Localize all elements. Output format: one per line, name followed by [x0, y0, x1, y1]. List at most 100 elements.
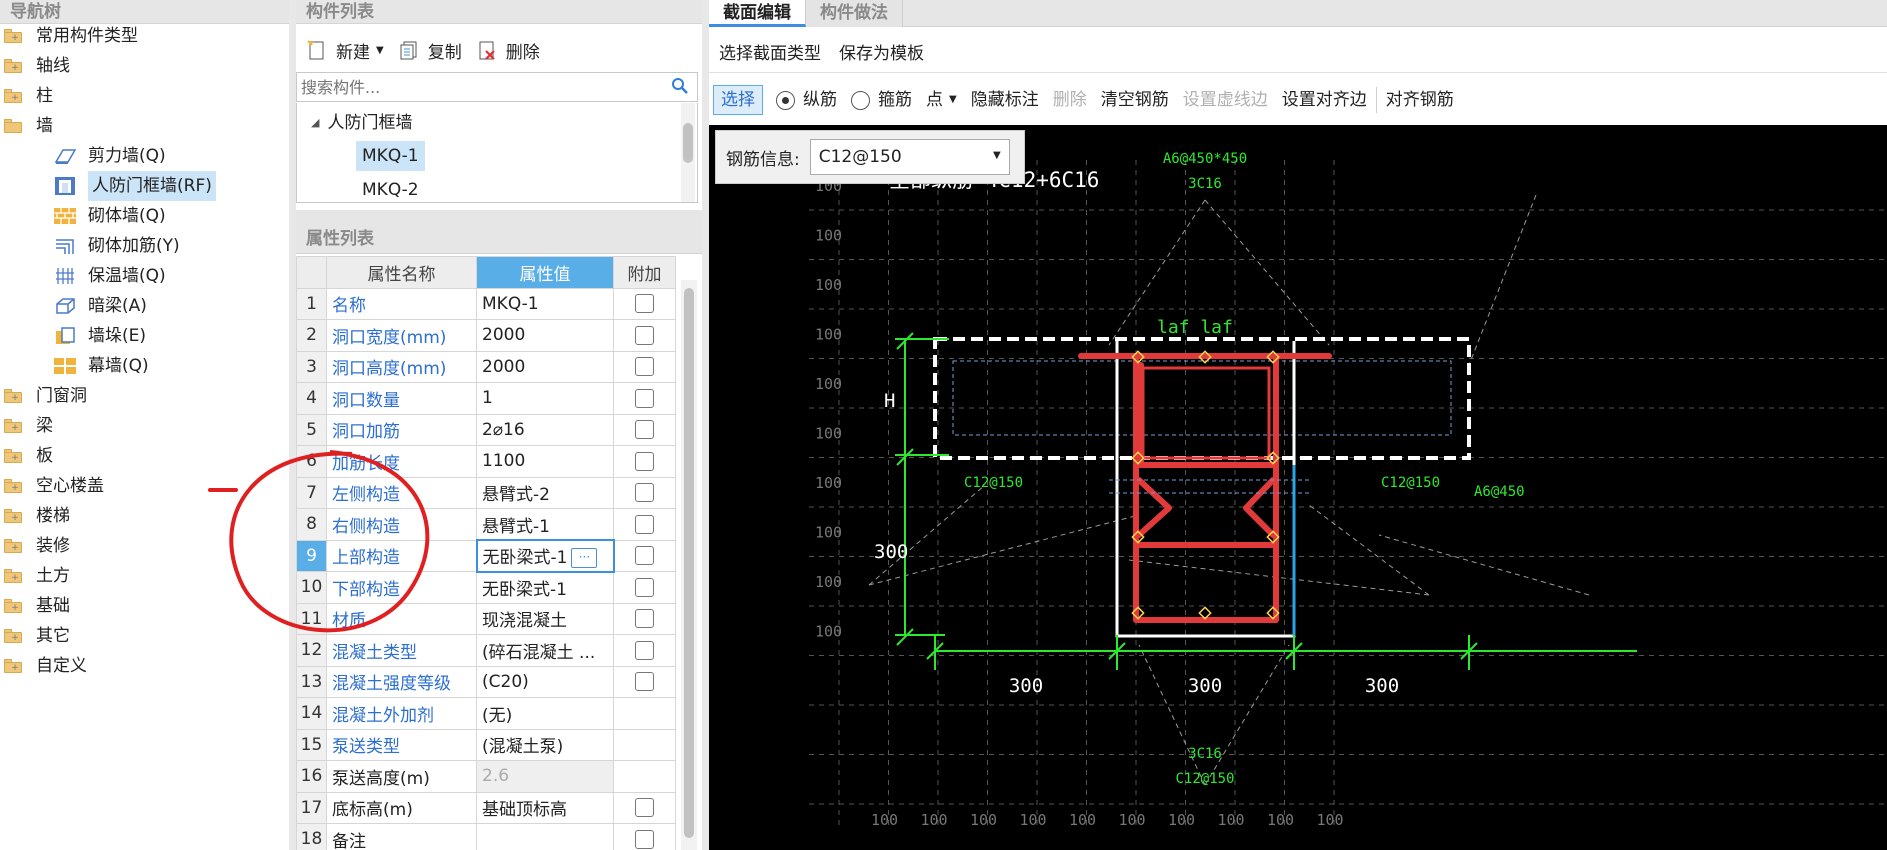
nav-item-6[interactable]: 砌体墙(Q) [52, 201, 166, 231]
nav-item-11[interactable]: 幕墙(Q) [52, 351, 149, 381]
right-rebar-label[interactable]: C12@150 [1381, 475, 1440, 491]
copy-button[interactable]: 复制 [396, 35, 470, 65]
additional-cell[interactable] [613, 823, 676, 850]
checkbox[interactable] [635, 672, 654, 692]
additional-cell[interactable] [613, 476, 676, 509]
property-row[interactable]: 16 泵送高度(m) 2.6 [296, 760, 676, 793]
checkbox[interactable] [635, 451, 654, 471]
nav-item-19[interactable]: + 基础 [4, 591, 70, 621]
collapse-arrow-icon[interactable]: ◢ [311, 109, 319, 137]
property-value-cell[interactable]: 2000 [476, 350, 614, 383]
select-button[interactable]: 选择 [713, 85, 763, 115]
property-value-cell[interactable]: (无) [476, 697, 614, 730]
additional-cell[interactable] [613, 413, 676, 446]
select-section-type-button[interactable]: 选择截面类型 [719, 39, 821, 64]
nav-item-20[interactable]: + 其它 [4, 621, 70, 651]
rebar-points[interactable] [1131, 350, 1280, 620]
bottom-longitudinal-label[interactable]: 3C16 [1188, 746, 1222, 762]
right-stirrup-label[interactable]: A6@450 [1474, 484, 1525, 500]
nav-item-4[interactable]: 剪力墙(Q) [52, 141, 166, 171]
property-row[interactable]: 3 洞口高度(mm) 2000 [296, 350, 676, 383]
chevron-down-icon[interactable]: ▼ [376, 45, 384, 56]
component-item-mkq-1[interactable]: MKQ-1 [356, 141, 425, 171]
section-drawing[interactable]: 100 100 100 100 100 100 100 100 100 100 100 100 100 1… [709, 125, 1887, 850]
property-row[interactable]: 4 洞口数量 1 [296, 382, 676, 415]
property-row[interactable]: 18 备注 [296, 823, 676, 850]
nav-item-3[interactable]: 墙 [4, 111, 53, 141]
component-search-input[interactable] [297, 73, 657, 101]
new-button[interactable]: 新建 ▼ [304, 35, 392, 65]
set-dashed-edge-button[interactable]: 设置虚线边 [1176, 85, 1275, 115]
nav-item-1[interactable]: + 轴线 [4, 51, 70, 81]
additional-cell[interactable] [613, 350, 676, 383]
stirrup-radio[interactable]: 箍筋 [844, 85, 919, 115]
property-value-cell[interactable]: 1 [476, 382, 614, 415]
checkbox[interactable] [635, 420, 654, 440]
additional-cell[interactable] [613, 287, 676, 320]
set-align-edge-button[interactable]: 设置对齐边 [1275, 85, 1374, 115]
checkbox[interactable] [635, 325, 654, 345]
top-stirrup-label[interactable]: A6@450*450 [1163, 151, 1247, 167]
property-row[interactable]: 13 混凝土强度等级 (C20) [296, 665, 676, 698]
checkbox[interactable] [635, 388, 654, 408]
checkbox[interactable] [635, 514, 654, 534]
property-value-cell[interactable]: 现浇混凝土 [476, 602, 614, 635]
nav-item-9[interactable]: 暗梁(A) [52, 291, 147, 321]
checkbox[interactable] [635, 798, 654, 818]
component-list-scrollbar[interactable] [681, 103, 695, 202]
property-value-cell[interactable]: MKQ-1 [476, 287, 614, 320]
longitudinal-radio[interactable]: 纵筋 [769, 85, 844, 115]
nav-item-7[interactable]: 砌体加筋(Y) [52, 231, 180, 261]
property-row[interactable]: 15 泵送类型 (混凝土泵) [296, 728, 676, 761]
nav-item-0[interactable]: + 常用构件类型 [4, 21, 138, 51]
property-row[interactable]: 2 洞口宽度(mm) 2000 [296, 319, 676, 352]
clear-rebar-button[interactable]: 清空钢筋 [1094, 85, 1176, 115]
additional-cell[interactable] [613, 602, 676, 635]
nav-item-5[interactable]: 人防门框墙(RF) [52, 171, 216, 201]
nav-item-21[interactable]: + 自定义 [4, 651, 87, 681]
nav-item-13[interactable]: + 梁 [4, 411, 53, 441]
nav-item-18[interactable]: + 土方 [4, 561, 70, 591]
left-rebar-label[interactable]: C12@150 [964, 475, 1023, 491]
nav-item-16[interactable]: + 楼梯 [4, 501, 70, 531]
scroll-thumb[interactable] [683, 123, 693, 163]
property-value-cell[interactable]: 1100 [476, 445, 614, 478]
nav-item-10[interactable]: 墙垛(E) [52, 321, 146, 351]
additional-cell[interactable] [613, 382, 676, 415]
align-rebar-button[interactable]: 对齐钢筋 [1379, 85, 1461, 115]
scroll-thumb[interactable] [684, 288, 694, 838]
rebar-info-select[interactable]: C12@150 ▼ [809, 139, 1010, 175]
property-value-cell[interactable]: 无卧梁式-1 [476, 571, 614, 604]
checkbox[interactable] [635, 640, 654, 660]
additional-header[interactable]: 附加 [613, 256, 676, 289]
property-value-cell[interactable]: 基础顶标高 [476, 791, 614, 824]
additional-cell[interactable] [613, 319, 676, 352]
property-value-cell[interactable]: 2⌀16 [476, 413, 614, 446]
checkbox[interactable] [635, 577, 654, 597]
property-value-cell[interactable]: (混凝土泵) [476, 728, 614, 761]
property-value-cell[interactable]: 悬臂式-2 [476, 476, 614, 509]
search-icon[interactable] [671, 77, 689, 95]
property-value-header[interactable]: 属性值 [476, 256, 614, 289]
save-as-template-button[interactable]: 保存为模板 [839, 39, 924, 64]
property-value-cell[interactable]: (碎石混凝土 ... [476, 634, 614, 667]
delete-rebar-button[interactable]: 删除 [1046, 85, 1094, 115]
additional-cell[interactable] [613, 791, 676, 824]
checkbox[interactable] [635, 609, 654, 629]
property-value-cell[interactable]: 无卧梁式-1 ··· [475, 539, 615, 573]
checkbox[interactable] [635, 294, 654, 314]
checkbox[interactable] [635, 546, 655, 566]
additional-cell[interactable] [613, 508, 676, 541]
hide-annotation-button[interactable]: 隐藏标注 [964, 85, 1046, 115]
panel-splitter[interactable] [702, 0, 709, 850]
delete-button[interactable]: 删除 [474, 35, 548, 65]
section-drawing-canvas[interactable]: 100 100 100 100 100 100 100 100 100 100 100 100 100 1… [709, 125, 1887, 850]
nav-item-15[interactable]: + 空心楼盖 [4, 471, 104, 501]
component-item-mkq-2[interactable]: MKQ-2 [362, 175, 419, 202]
checkbox[interactable] [635, 357, 654, 377]
additional-cell[interactable] [613, 445, 676, 478]
checkbox[interactable] [635, 829, 654, 849]
nav-splitter[interactable] [289, 0, 296, 850]
property-name-header[interactable]: 属性名称 [326, 256, 477, 289]
bottom-rebar-label[interactable]: C12@150 [1175, 771, 1234, 787]
